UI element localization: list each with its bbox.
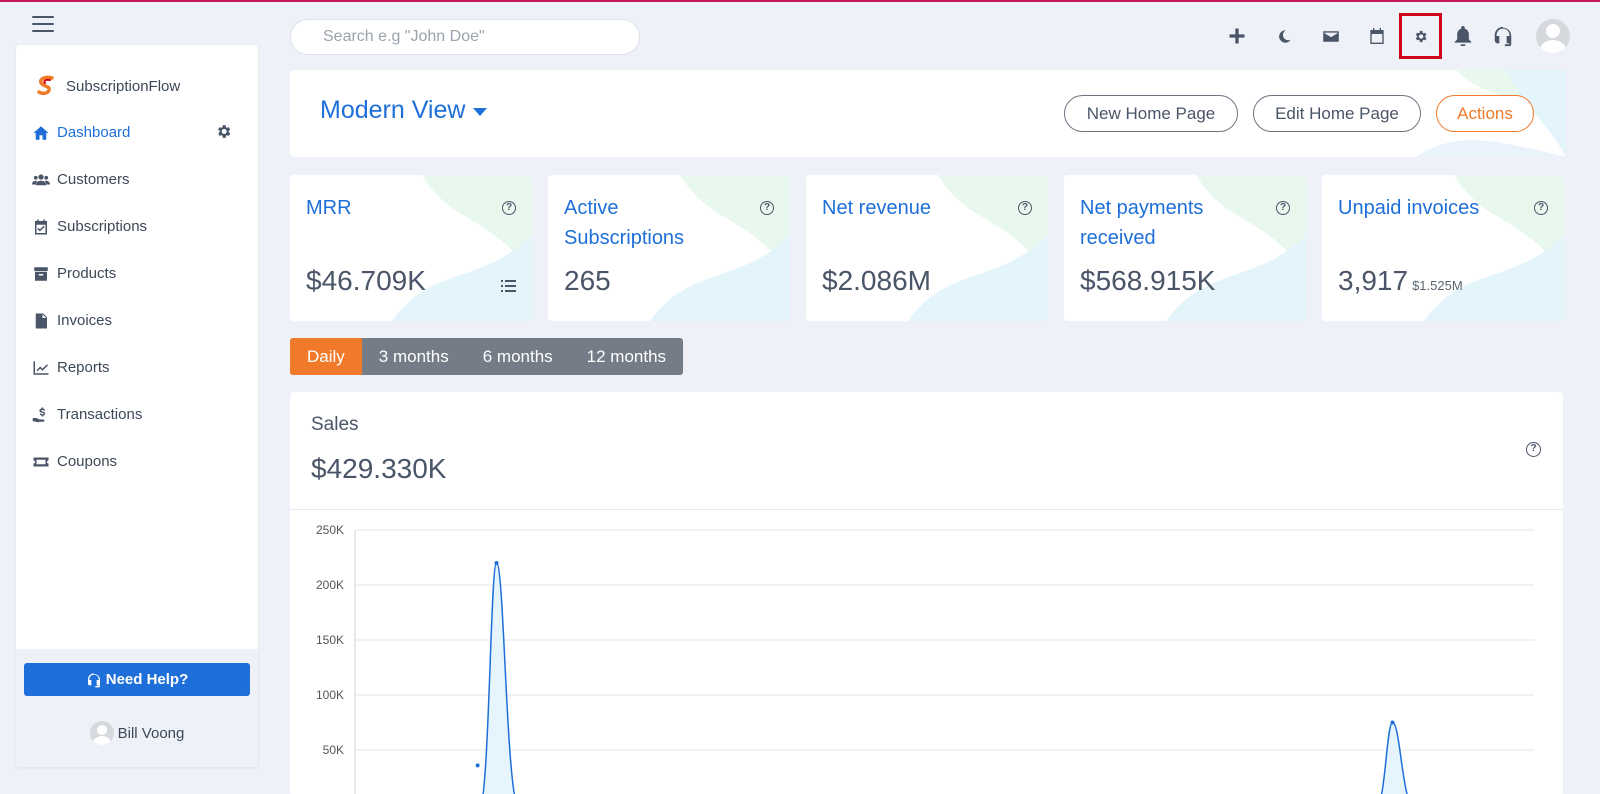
- mail-icon[interactable]: [1311, 16, 1351, 56]
- tab-12-months[interactable]: 12 months: [570, 338, 683, 375]
- kpi-value: $46.709K: [306, 265, 426, 296]
- sales-title: Sales: [311, 414, 359, 435]
- kpi-card-net-payments-received[interactable]: Net payments received ? $568.915K: [1064, 175, 1306, 321]
- kpi-value: 3,917 $1.525M: [1338, 265, 1463, 297]
- archive-icon: [32, 265, 50, 283]
- y-tick-label: 200K: [316, 578, 344, 592]
- sidebar-item-reports[interactable]: Reports: [16, 344, 258, 391]
- dashboard-settings-gear-icon[interactable]: [215, 123, 232, 140]
- kpi-value: 265: [564, 265, 611, 296]
- sidebar-item-label: Coupons: [57, 453, 118, 470]
- sales-chart: 250K 200K 150K 100K 50K: [316, 523, 1534, 794]
- sales-peak-1-area: [483, 563, 515, 794]
- moon-icon[interactable]: [1264, 16, 1304, 56]
- view-header: Modern View New Home Page Edit Home Page…: [290, 70, 1566, 157]
- kpi-card-unpaid-invoices[interactable]: Unpaid invoices ? 3,917 $1.525M: [1322, 175, 1564, 321]
- users-icon: [32, 171, 50, 189]
- avatar: [89, 721, 114, 745]
- gear-icon[interactable]: [1399, 13, 1442, 59]
- sales-peak-2-area: [1381, 722, 1408, 794]
- sidebar-item-products[interactable]: Products: [16, 250, 258, 297]
- sidebar: SubscriptionFlow Dashboard Customers Sub…: [16, 45, 258, 767]
- kpi-title: Net payments received: [1080, 197, 1204, 249]
- sidebar-footer: Need Help? Bill Voong: [16, 649, 258, 767]
- y-tick-label: 250K: [316, 523, 344, 537]
- sidebar-nav: Dashboard Customers Subscriptions Produc…: [16, 107, 258, 485]
- kpi-value: $568.915K: [1080, 265, 1216, 296]
- calendar-icon[interactable]: [1357, 16, 1397, 56]
- brand-logo-icon: [37, 75, 54, 96]
- data-point[interactable]: [475, 763, 480, 768]
- line-chart-icon: [32, 359, 50, 377]
- headset-icon: [87, 672, 100, 687]
- sidebar-item-coupons[interactable]: Coupons: [16, 438, 258, 485]
- data-point[interactable]: [494, 561, 499, 565]
- caret-down-icon: [473, 107, 488, 116]
- top-toolbar: [1200, 13, 1600, 59]
- sidebar-item-subscriptions[interactable]: Subscriptions: [16, 203, 258, 250]
- new-home-page-button[interactable]: New Home Page: [1064, 95, 1238, 132]
- brand-name: SubscriptionFlow: [66, 77, 181, 95]
- kpi-title: Unpaid invoices: [1338, 197, 1480, 219]
- calendar-check-icon: [32, 218, 50, 236]
- sidebar-item-customers[interactable]: Customers: [16, 156, 258, 203]
- sidebar-item-label: Subscriptions: [57, 218, 148, 235]
- search-input[interactable]: [290, 19, 640, 55]
- need-help-button[interactable]: Need Help?: [24, 663, 250, 696]
- sales-value: $429.330K: [311, 453, 447, 484]
- kpi-sub-value: $1.525M: [1412, 278, 1463, 293]
- sidebar-item-invoices[interactable]: Invoices: [16, 297, 258, 344]
- user-profile[interactable]: Bill Voong: [16, 721, 258, 745]
- sales-card: Sales $429.330K ? 250K 200K 150K 100K 50K: [290, 392, 1563, 794]
- sidebar-item-label: Customers: [57, 171, 130, 188]
- view-selector[interactable]: Modern View: [320, 96, 488, 125]
- sidebar-item-label: Transactions: [57, 406, 143, 423]
- view-title: Modern View: [320, 96, 466, 124]
- kpi-value-main: 3,917: [1338, 265, 1409, 296]
- help-icon[interactable]: ?: [1534, 201, 1548, 215]
- kpi-value: $2.086M: [822, 265, 931, 296]
- help-icon[interactable]: ?: [502, 201, 516, 215]
- plus-icon[interactable]: [1217, 16, 1257, 56]
- tab-daily[interactable]: Daily: [290, 338, 362, 375]
- hand-dollar-icon: [32, 406, 50, 424]
- y-tick-label: 150K: [316, 633, 344, 647]
- avatar: [1536, 19, 1570, 53]
- data-point[interactable]: [1390, 720, 1395, 725]
- sidebar-item-label: Dashboard: [57, 124, 131, 141]
- kpi-title: Active Subscriptions: [564, 197, 685, 249]
- kpi-card-mrr[interactable]: MRR ? $46.709K: [290, 175, 532, 321]
- y-tick-label: 100K: [316, 688, 344, 702]
- sidebar-item-label: Products: [57, 265, 117, 282]
- y-tick-label: 50K: [323, 743, 344, 757]
- hamburger-menu-icon[interactable]: [32, 16, 54, 32]
- help-icon[interactable]: ?: [1018, 201, 1032, 215]
- sidebar-item-dashboard[interactable]: Dashboard: [16, 109, 258, 156]
- kpi-title: MRR: [306, 197, 352, 219]
- invoice-icon: [32, 312, 50, 330]
- edit-home-page-button[interactable]: Edit Home Page: [1253, 95, 1421, 132]
- sidebar-item-transactions[interactable]: Transactions: [16, 391, 258, 438]
- help-icon[interactable]: ?: [1526, 442, 1541, 457]
- sidebar-item-label: Reports: [57, 359, 110, 376]
- home-icon: [32, 124, 50, 142]
- user-name: Bill Voong: [117, 724, 185, 742]
- brand[interactable]: SubscriptionFlow: [16, 45, 258, 107]
- tab-3-months[interactable]: 3 months: [362, 338, 466, 375]
- help-icon[interactable]: ?: [760, 201, 774, 215]
- period-tabs: Daily 3 months 6 months 12 months: [290, 338, 684, 375]
- bell-icon[interactable]: [1443, 16, 1483, 56]
- kpi-card-net-revenue[interactable]: Net revenue ? $2.086M: [806, 175, 1048, 321]
- sidebar-item-label: Invoices: [57, 312, 113, 329]
- list-icon[interactable]: [501, 279, 516, 292]
- kpi-card-active-subscriptions[interactable]: Active Subscriptions ? 265: [548, 175, 790, 321]
- kpi-title: Net revenue: [822, 197, 931, 219]
- need-help-label: Need Help?: [105, 671, 189, 688]
- user-avatar[interactable]: [1533, 16, 1573, 56]
- help-icon[interactable]: ?: [1276, 201, 1290, 215]
- headset-icon[interactable]: [1483, 16, 1523, 56]
- actions-button[interactable]: Actions: [1436, 95, 1534, 132]
- ticket-icon: [32, 453, 50, 471]
- tab-6-months[interactable]: 6 months: [466, 338, 570, 375]
